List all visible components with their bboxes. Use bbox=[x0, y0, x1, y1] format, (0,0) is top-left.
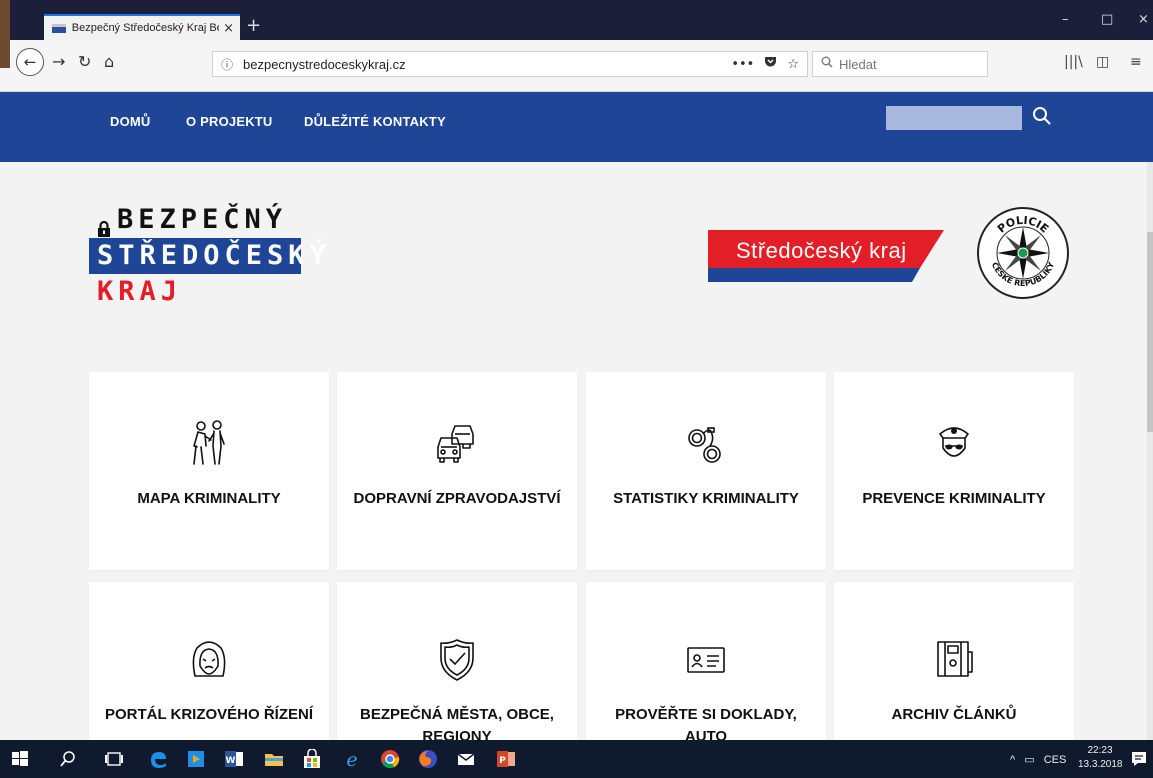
windows-taskbar: W e P ^ ▭ CES 22:23 13.3.2018 bbox=[0, 740, 1153, 778]
maximize-button[interactable]: □ bbox=[1101, 10, 1113, 30]
task-view-icon[interactable] bbox=[104, 749, 124, 769]
internet-explorer-icon[interactable]: e bbox=[342, 749, 362, 769]
tile-label: PROVĚŘTE SI DOKLADY, AUTO bbox=[615, 706, 797, 740]
minimize-button[interactable]: – bbox=[1062, 10, 1069, 30]
tile-label: STATISTIKY KRIMINALITY bbox=[613, 490, 799, 507]
notification-center-icon[interactable] bbox=[1130, 750, 1148, 768]
police-officer-icon bbox=[939, 427, 969, 457]
search-icon bbox=[1033, 107, 1051, 125]
logo-word-stredocesky: STŘEDOČESKÝ bbox=[89, 238, 326, 274]
clock-date: 13.3.2018 bbox=[1078, 759, 1123, 770]
distressed-face-icon bbox=[192, 641, 226, 677]
input-language[interactable]: CES bbox=[1044, 754, 1067, 766]
search-icon bbox=[821, 56, 833, 72]
store-icon[interactable] bbox=[302, 749, 322, 769]
url-text[interactable]: bezpecnystredoceskykraj.cz bbox=[243, 57, 721, 72]
tile-crisis-management-portal[interactable]: PORTÁL KRIZOVÉHO ŘÍZENÍ bbox=[89, 582, 329, 740]
tile-crime-map[interactable]: MAPA KRIMINALITY bbox=[89, 372, 329, 570]
tile-crime-prevention[interactable]: PREVENCE KRIMINALITY bbox=[834, 372, 1074, 570]
logo-line-1: BEZPEČNÝ bbox=[97, 202, 301, 238]
windows-start-icon[interactable] bbox=[10, 749, 30, 769]
scrollbar-thumb[interactable] bbox=[1147, 232, 1153, 432]
site-search-input[interactable] bbox=[886, 106, 1022, 130]
svg-text:P: P bbox=[499, 756, 506, 766]
word-icon[interactable]: W bbox=[224, 749, 244, 769]
tile-safe-cities[interactable]: BEZPEČNÁ MĚSTA, OBCE, REGIONY bbox=[337, 582, 577, 740]
address-bar[interactable]: ⓘ bezpecnystredoceskykraj.cz ••• ☆ bbox=[212, 51, 808, 77]
site-search-button[interactable] bbox=[1030, 104, 1054, 128]
site-header: DOMŮ O PROJEKTU DŮLEŽITÉ KONTAKTY bbox=[0, 92, 1153, 162]
search-icon[interactable] bbox=[58, 749, 78, 769]
battery-icon[interactable]: ▭ bbox=[1024, 754, 1034, 766]
browser-search-box[interactable] bbox=[812, 51, 988, 77]
sidebar-icon[interactable]: ◫ bbox=[1096, 54, 1109, 70]
media-player-icon[interactable] bbox=[186, 749, 206, 769]
svg-text:W: W bbox=[226, 756, 236, 766]
close-window-button[interactable]: × bbox=[1138, 10, 1149, 30]
nav-about-link[interactable]: O PROJEKTU bbox=[186, 114, 273, 129]
browser-tab[interactable]: Bezpečný Středočeský Kraj Bezp × bbox=[44, 14, 240, 40]
home-icon[interactable]: ⌂ bbox=[104, 52, 114, 72]
chevron-up-icon[interactable]: ^ bbox=[1010, 754, 1015, 766]
menu-icon[interactable]: ≡ bbox=[1130, 54, 1142, 70]
edge-browser-icon[interactable] bbox=[148, 749, 168, 769]
site-favicon-icon bbox=[52, 23, 66, 33]
archive-binder-icon bbox=[937, 641, 973, 677]
id-card-icon bbox=[687, 647, 725, 673]
tile-article-archive[interactable]: ARCHIV ČLÁNKŮ bbox=[834, 582, 1074, 740]
nav-contacts-link[interactable]: DŮLEŽITÉ KONTAKTY bbox=[304, 114, 446, 129]
mail-icon[interactable] bbox=[456, 749, 476, 769]
arrow-left-icon: ← bbox=[23, 53, 37, 71]
system-clock[interactable]: 22:23 13.3.2018 bbox=[1078, 744, 1123, 772]
tile-crime-statistics[interactable]: STATISTIKY KRIMINALITY bbox=[586, 372, 826, 570]
pocket-icon[interactable] bbox=[764, 56, 777, 72]
cars-icon bbox=[437, 425, 474, 463]
shield-check-icon bbox=[440, 639, 474, 681]
file-explorer-icon[interactable] bbox=[264, 749, 284, 769]
tile-check-documents[interactable]: PROVĚŘTE SI DOKLADY, AUTO bbox=[586, 582, 826, 740]
firefox-icon[interactable] bbox=[418, 749, 438, 769]
tile-traffic-news[interactable]: DOPRAVNÍ ZPRAVODAJSTVÍ bbox=[337, 372, 577, 570]
chrome-icon[interactable] bbox=[380, 749, 400, 769]
window-edge bbox=[0, 0, 10, 40]
svg-text:e: e bbox=[346, 749, 357, 769]
library-icon[interactable]: |||\ bbox=[1064, 54, 1083, 70]
handcuffs-icon bbox=[688, 427, 721, 463]
browser-nav-bar: ← → ↻ ⌂ ⓘ bezpecnystredoceskykraj.cz •••… bbox=[0, 40, 1153, 92]
site-info-icon[interactable]: ⓘ bbox=[221, 56, 233, 73]
powerpoint-icon[interactable]: P bbox=[496, 749, 516, 769]
clock-time: 22:23 bbox=[1087, 745, 1113, 756]
lock-icon bbox=[97, 212, 111, 237]
reload-icon[interactable]: ↻ bbox=[78, 52, 91, 72]
tile-label: BEZPEČNÁ MĚSTA, OBCE, REGIONY bbox=[360, 706, 554, 740]
window-edge bbox=[0, 40, 10, 68]
tile-label: ARCHIV ČLÁNKŮ bbox=[891, 706, 1017, 723]
tile-label: PORTÁL KRIZOVÉHO ŘÍZENÍ bbox=[104, 706, 314, 723]
nav-home-link[interactable]: DOMŮ bbox=[110, 114, 151, 129]
page-actions-icon[interactable]: ••• bbox=[731, 57, 754, 72]
people-walking-icon bbox=[193, 420, 225, 465]
forward-icon[interactable]: → bbox=[52, 52, 65, 72]
site-logo[interactable]: BEZPEČNÝ STŘEDOČESKÝ KRAJ bbox=[89, 202, 326, 310]
tile-label: PREVENCE KRIMINALITY bbox=[862, 490, 1046, 507]
tile-label: DOPRAVNÍ ZPRAVODAJSTVÍ bbox=[353, 490, 561, 507]
logo-word-bezpecny: BEZPEČNÝ bbox=[117, 204, 288, 235]
system-tray[interactable]: ^ ▭ CES bbox=[1010, 753, 1066, 766]
tile-label: MAPA KRIMINALITY bbox=[137, 490, 281, 507]
back-button[interactable]: ← bbox=[16, 48, 44, 76]
logo-word-kraj: KRAJ bbox=[97, 276, 183, 307]
police-seal-logo[interactable]: POLICIE ČESKÉ REPUBLIKY bbox=[976, 206, 1070, 300]
tab-title: Bezpečný Středočeský Kraj Bezp bbox=[71, 22, 220, 34]
new-tab-button[interactable]: + bbox=[246, 16, 261, 36]
tab-close-icon[interactable]: × bbox=[223, 21, 234, 36]
browser-search-input[interactable] bbox=[839, 56, 979, 72]
page-content: BEZPEČNÝ STŘEDOČESKÝ KRAJ Středočeský kr… bbox=[0, 162, 1153, 740]
browser-tab-strip: Bezpečný Středočeský Kraj Bezp × + – □ × bbox=[0, 0, 1153, 40]
bookmark-star-icon[interactable]: ☆ bbox=[787, 57, 799, 72]
page-scrollbar[interactable] bbox=[1147, 162, 1153, 740]
kraj-banner-text[interactable]: Středočeský kraj bbox=[736, 238, 907, 264]
